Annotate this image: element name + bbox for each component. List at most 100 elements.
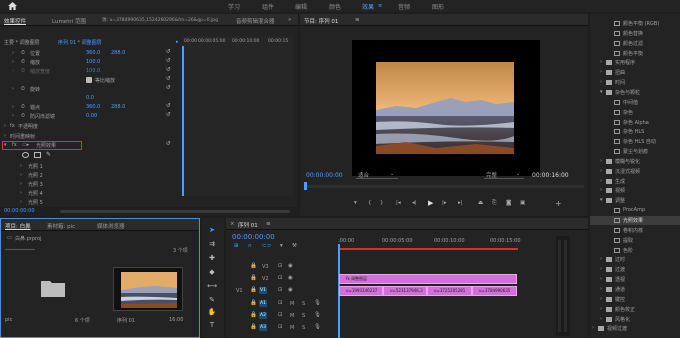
- mini-timeline[interactable]: 00:00 00:00:05:00 00:00:10:00 00:00:15: [182, 36, 294, 196]
- reset-icon[interactable]: ↺: [166, 67, 171, 73]
- pen-mask-icon[interactable]: ✎: [46, 151, 51, 158]
- type-tool-icon[interactable]: T: [207, 321, 217, 331]
- effects-folder-item[interactable]: › 生成: [590, 177, 680, 186]
- track-target-a3[interactable]: A3: [259, 324, 267, 331]
- more-icon[interactable]: »: [288, 17, 291, 23]
- bin-folder-icon[interactable]: [41, 279, 65, 297]
- microphone-icon[interactable]: 🎙: [314, 312, 321, 318]
- workspace-tab[interactable]: 音频: [398, 2, 410, 11]
- chevron-right-icon[interactable]: ›: [600, 158, 602, 164]
- sync-lock-icon[interactable]: ⊡: [278, 300, 283, 306]
- tab-media-browser[interactable]: 媒体浏览器: [97, 222, 125, 230]
- effects-folder-item[interactable]: › 视频过渡: [590, 324, 680, 333]
- step-forward-icon[interactable]: |▸: [442, 200, 447, 206]
- chevron-right-icon[interactable]: ›: [600, 306, 602, 312]
- effects-folder-item[interactable]: › 透视: [590, 275, 680, 284]
- track-target-a1[interactable]: A1: [259, 300, 267, 307]
- effect-item[interactable]: 卷积内核: [590, 226, 680, 235]
- chevron-right-icon[interactable]: ›: [600, 59, 602, 65]
- eye-icon[interactable]: ◉: [288, 275, 293, 281]
- step-back-icon[interactable]: ◂|: [412, 200, 417, 206]
- lock-icon[interactable]: 🔒: [250, 312, 257, 318]
- zoom-scrollbar[interactable]: [60, 210, 290, 213]
- effect-item[interactable]: 颜色替换: [590, 29, 680, 38]
- sync-lock-icon[interactable]: ⊡: [278, 263, 283, 269]
- light-row[interactable]: › 光照 4: [0, 189, 182, 198]
- extract-icon[interactable]: ⎘: [492, 200, 496, 207]
- ellipse-mask-icon[interactable]: [22, 152, 29, 158]
- tab-effect-controls[interactable]: 效果控件: [4, 17, 26, 25]
- effect-item[interactable]: ProcAmp: [590, 206, 680, 215]
- fit-dropdown[interactable]: 适合 ⌄: [356, 170, 398, 179]
- add-button-icon[interactable]: +: [555, 199, 562, 208]
- nest-sequence-icon[interactable]: ⊞: [234, 243, 239, 249]
- playhead[interactable]: [304, 182, 307, 190]
- effect-item[interactable]: 中间值: [590, 98, 680, 107]
- track-target-a2[interactable]: A2: [259, 312, 267, 319]
- video-clip[interactable]: u=3784990635: [472, 286, 517, 296]
- effect-item[interactable]: 杂色 HLS: [590, 127, 680, 136]
- effect-item[interactable]: 颜色平衡: [590, 49, 680, 58]
- lock-icon[interactable]: 🔒: [250, 275, 257, 281]
- effect-item[interactable]: 色阶: [590, 246, 680, 255]
- microphone-icon[interactable]: 🎙: [314, 324, 321, 330]
- pen-tool-icon[interactable]: ✎: [207, 296, 217, 306]
- effect-item[interactable]: 提取: [590, 236, 680, 245]
- rectangle-mask-icon[interactable]: [34, 152, 41, 158]
- tab-lumetri-scopes[interactable]: Lumetri 范围: [52, 17, 86, 25]
- adjustment-layer-clip[interactable]: fx 调整图层: [339, 274, 517, 284]
- eye-icon[interactable]: ◉: [288, 287, 293, 293]
- menu-icon[interactable]: ≡: [355, 17, 360, 23]
- reset-icon[interactable]: ↺: [166, 103, 171, 109]
- mute-button[interactable]: M: [290, 301, 294, 307]
- snap-icon[interactable]: ∩: [248, 243, 252, 249]
- lock-icon[interactable]: 🔒: [250, 300, 257, 306]
- mark-in-icon[interactable]: {: [368, 200, 372, 206]
- menu-icon[interactable]: ≡: [378, 3, 382, 9]
- linked-selection-icon[interactable]: ⊂⊃: [262, 243, 271, 249]
- reset-icon[interactable]: ↺: [166, 49, 171, 55]
- quality-dropdown[interactable]: 完整 ⌄: [484, 170, 524, 179]
- chevron-right-icon[interactable]: ›: [600, 187, 602, 193]
- light-row[interactable]: › 光照 5: [0, 199, 182, 207]
- track-target-v1[interactable]: V1: [259, 287, 267, 294]
- play-icon[interactable]: ▸: [176, 39, 179, 45]
- marker-icon[interactable]: ▾: [354, 200, 357, 206]
- effects-folder-item[interactable]: › 视频: [590, 186, 680, 195]
- lock-icon[interactable]: 🔒: [250, 324, 257, 330]
- effect-item[interactable]: 颜色平衡 (RGB): [590, 19, 680, 28]
- effects-folder-item[interactable]: › 扭曲: [590, 68, 680, 77]
- workspace-tab[interactable]: 组件: [262, 2, 274, 11]
- effects-folder-item[interactable]: › 模糊与锐化: [590, 157, 680, 166]
- home-icon[interactable]: [8, 2, 17, 10]
- sync-lock-icon[interactable]: ⊡: [278, 324, 283, 330]
- lift-icon[interactable]: ⏏: [478, 200, 483, 206]
- microphone-icon[interactable]: 🎙: [314, 300, 321, 306]
- video-clip[interactable]: u=1993146237: [339, 286, 383, 296]
- effect-controls-timecode[interactable]: 00:00:00:00: [4, 208, 35, 214]
- checkbox[interactable]: [86, 77, 92, 83]
- workspace-tab[interactable]: 编辑: [295, 2, 307, 11]
- effects-folder-item[interactable]: › 时间: [590, 78, 680, 87]
- time-ruler[interactable]: :00:00 00:00:05:00 00:00:10:00 00:00:15:…: [338, 236, 554, 254]
- reset-icon[interactable]: ↺: [166, 112, 171, 118]
- breadcrumb-main[interactable]: 主要 * 调整图层: [4, 39, 40, 46]
- mute-button[interactable]: M: [290, 325, 294, 331]
- tab-audio-mixer[interactable]: 音频剪辑混合器: [236, 17, 275, 25]
- ripple-edit-tool-icon[interactable]: ✚: [207, 254, 217, 264]
- search-input[interactable]: [5, 244, 35, 250]
- workspace-tab[interactable]: 图形: [432, 2, 444, 11]
- go-to-out-icon[interactable]: ▸|: [458, 200, 463, 206]
- chevron-right-icon[interactable]: ›: [592, 325, 594, 331]
- tab-project[interactable]: 项目: 白鼻: [5, 222, 31, 230]
- solo-button[interactable]: S: [302, 301, 305, 307]
- timeline-title[interactable]: 序列 01: [238, 221, 258, 229]
- effects-folder-item[interactable]: › 实用程序: [590, 58, 680, 67]
- lock-icon[interactable]: 🔒: [250, 263, 257, 269]
- effects-folder-item[interactable]: ▾ 杂色与颗粒: [590, 88, 680, 97]
- mini-playhead[interactable]: [182, 46, 184, 196]
- effects-folder-item[interactable]: › 过渡: [590, 265, 680, 274]
- sync-lock-icon[interactable]: ⊡: [278, 287, 283, 293]
- effects-folder-item[interactable]: › 沉浸式视频: [590, 167, 680, 176]
- mute-button[interactable]: M: [290, 313, 294, 319]
